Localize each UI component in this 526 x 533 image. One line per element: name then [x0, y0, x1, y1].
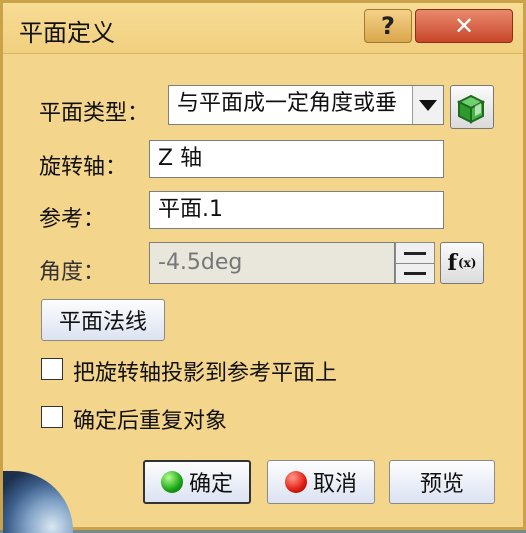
angle-spinner[interactable] — [395, 242, 435, 284]
plane-normal-button[interactable]: 平面法线 — [41, 299, 165, 341]
chevron-down-icon[interactable] — [412, 86, 443, 124]
rotation-axis-label: 旋转轴： — [39, 155, 128, 180]
cube-icon-button[interactable] — [450, 85, 494, 129]
cube-icon — [456, 94, 486, 124]
formula-icon[interactable]: f (x) — [440, 242, 484, 284]
ok-button[interactable]: 确定 — [143, 460, 251, 504]
reference-field[interactable]: 平面.1 — [149, 191, 444, 229]
angle-label: 角度： — [39, 260, 106, 285]
reference-label: 参考： — [39, 207, 106, 232]
cancel-label: 取消 — [312, 472, 357, 497]
spinner-up-button[interactable] — [396, 243, 434, 264]
spinner-down-button[interactable] — [396, 263, 434, 283]
title-bar[interactable]: 平面定义 ? ✕ — [3, 3, 523, 54]
close-button[interactable]: ✕ — [415, 9, 513, 43]
ok-dot-icon — [160, 471, 183, 493]
project-axis-label: 把旋转轴投影到参考平面上 — [73, 361, 338, 386]
plane-type-combobox[interactable]: 与平面成一定角度或垂 — [168, 85, 444, 125]
dialog-title: 平面定义 — [19, 19, 115, 47]
plane-definition-dialog: 平面定义 ? ✕ 平面类型： 与平面成一定角度或垂 旋转轴： Z 轴 参考： 平… — [0, 0, 526, 533]
help-button[interactable]: ? — [364, 9, 412, 43]
preview-button[interactable]: 预览 — [389, 460, 495, 504]
plane-type-label: 平面类型： — [39, 101, 150, 126]
repeat-object-checkbox[interactable] — [41, 406, 63, 428]
background-orb — [3, 471, 73, 533]
rotation-axis-field[interactable]: Z 轴 — [149, 140, 444, 178]
ok-label: 确定 — [188, 472, 233, 497]
project-axis-checkbox[interactable] — [41, 358, 63, 380]
cancel-button[interactable]: 取消 — [267, 460, 375, 504]
plane-type-value: 与平面成一定角度或垂 — [177, 91, 398, 116]
angle-field[interactable]: -4.5deg — [149, 242, 395, 284]
repeat-object-label: 确定后重复对象 — [73, 409, 228, 434]
cancel-dot-icon — [284, 471, 307, 493]
